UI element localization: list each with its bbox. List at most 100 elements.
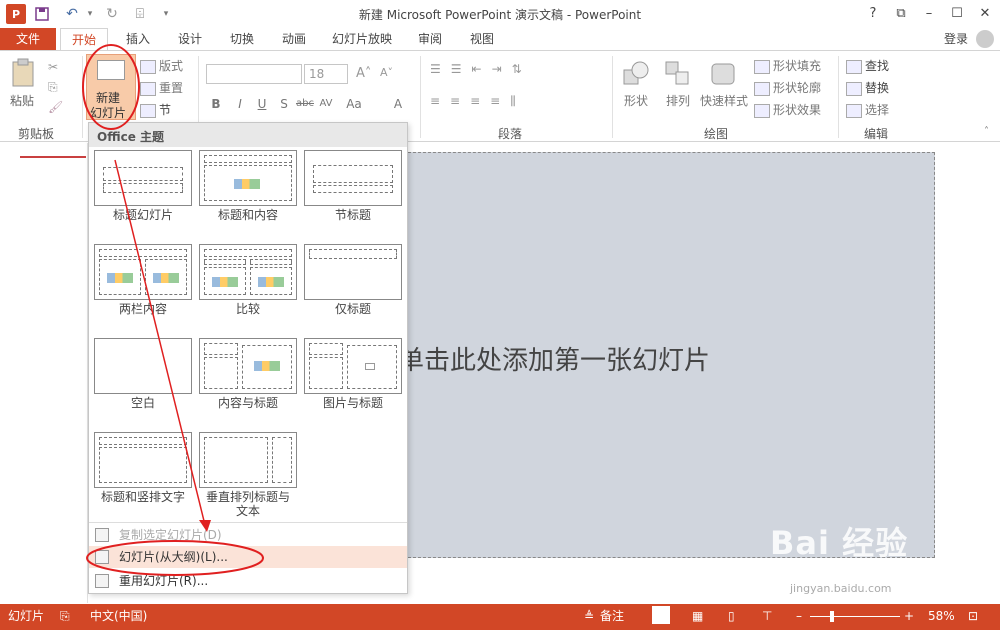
tab-transitions[interactable]: 切换 xyxy=(222,28,262,50)
layout-title-vertical-text-thumb[interactable] xyxy=(94,432,192,488)
shadow-icon[interactable]: S xyxy=(276,96,292,112)
tab-home[interactable]: 开始 xyxy=(60,28,108,51)
font-size-combo[interactable]: 18 xyxy=(304,64,348,84)
shapes-label[interactable]: 形状 xyxy=(624,92,648,109)
find-button[interactable]: 查找 xyxy=(846,56,889,76)
language-status[interactable]: 中文(中国) xyxy=(90,608,147,624)
char-spacing-icon[interactable]: AV xyxy=(318,96,334,112)
layout-title-slide-thumb[interactable] xyxy=(94,150,192,206)
collapse-ribbon-icon[interactable]: ˄ xyxy=(984,126,989,137)
grow-font-icon[interactable]: A˄ xyxy=(356,66,371,81)
layout-title-slide-label[interactable]: 标题幻灯片 xyxy=(90,208,196,222)
layout-title-content-thumb[interactable] xyxy=(199,150,297,206)
customize-quick-access-icon[interactable]: ▾ xyxy=(156,4,176,24)
spellcheck-icon[interactable]: ⎘ xyxy=(60,608,70,624)
arrange-label[interactable]: 排列 xyxy=(666,92,690,109)
notes-icon[interactable]: ≜ xyxy=(584,608,594,624)
italic-icon[interactable]: I xyxy=(232,96,248,112)
slide-placeholder-text[interactable]: 单击此处添加第一张幻灯片 xyxy=(398,340,798,377)
fit-slide-icon[interactable]: ⊡ xyxy=(968,608,978,624)
ribbon-display-options-icon[interactable]: ⧉ xyxy=(890,4,912,24)
zoom-level[interactable]: 58% xyxy=(928,608,955,624)
notes-button[interactable]: 备注 xyxy=(600,608,624,624)
tab-file[interactable]: 文件 xyxy=(0,28,56,50)
copy-icon[interactable]: ⎘ xyxy=(48,80,58,95)
change-case-icon[interactable]: Aa xyxy=(346,96,362,112)
signin-link[interactable]: 登录 xyxy=(938,28,974,50)
zoom-slider-thumb[interactable] xyxy=(830,611,834,622)
slideshow-view-icon[interactable]: ⊤ xyxy=(762,608,772,624)
slides-from-outline-item[interactable]: 幻灯片(从大纲)(L)... xyxy=(89,546,407,568)
layout-picture-caption-thumb[interactable] xyxy=(304,338,402,394)
shapes-icon[interactable] xyxy=(622,60,650,88)
shape-fill-button[interactable]: 形状填充 xyxy=(754,56,821,76)
tab-view[interactable]: 视图 xyxy=(462,28,502,50)
layout-title-content-label[interactable]: 标题和内容 xyxy=(195,208,301,222)
layout-section-header-thumb[interactable] xyxy=(304,150,402,206)
paste-icon[interactable] xyxy=(10,58,36,88)
reading-view-icon[interactable]: ▯ xyxy=(728,608,735,624)
reset-label: 重置 xyxy=(159,81,184,95)
tab-animations[interactable]: 动画 xyxy=(274,28,314,50)
redo-icon[interactable]: ↻ xyxy=(102,4,122,24)
layout-content-caption-label[interactable]: 内容与标题 xyxy=(195,396,301,410)
duplicate-slides-item[interactable]: 复制选定幻灯片(D) xyxy=(89,524,407,546)
normal-view-icon[interactable] xyxy=(652,606,670,624)
layout-blank-thumb[interactable] xyxy=(94,338,192,394)
layout-section-header-label[interactable]: 节标题 xyxy=(300,208,406,222)
section-button[interactable]: 节 xyxy=(140,100,171,120)
strikethrough-icon[interactable]: abc xyxy=(296,96,314,112)
tab-slideshow[interactable]: 幻灯片放映 xyxy=(326,28,398,50)
align-buttons-icon[interactable]: ≡≡≡≡⫼ xyxy=(430,94,526,109)
slide-thumbnail-panel[interactable] xyxy=(0,143,88,603)
font-color-icon[interactable]: A xyxy=(390,96,406,112)
layout-two-content-label[interactable]: 两栏内容 xyxy=(90,302,196,316)
layout-comparison-thumb[interactable] xyxy=(199,244,297,300)
maximize-icon[interactable]: ☐ xyxy=(946,4,968,24)
replace-button[interactable]: 替换 xyxy=(846,78,889,98)
close-icon[interactable]: ✕ xyxy=(974,4,996,24)
layout-vertical-title-text-label[interactable]: 垂直排列标题与 文本 xyxy=(195,490,301,518)
tab-review[interactable]: 审阅 xyxy=(410,28,450,50)
layout-title-vertical-text-label[interactable]: 标题和竖排文字 xyxy=(90,490,196,504)
layout-button[interactable]: 版式 xyxy=(140,56,183,76)
layout-title-only-thumb[interactable] xyxy=(304,244,402,300)
zoom-slider-track[interactable] xyxy=(810,616,900,617)
quick-styles-label[interactable]: 快速样式 xyxy=(700,92,748,109)
underline-icon[interactable]: U xyxy=(254,96,270,112)
undo-dropdown-icon[interactable]: ▾ xyxy=(80,4,100,24)
tab-insert[interactable]: 插入 xyxy=(118,28,158,50)
format-painter-icon[interactable]: 🖌 xyxy=(48,100,63,114)
layout-title-only-label[interactable]: 仅标题 xyxy=(300,302,406,316)
shape-effects-button[interactable]: 形状效果 xyxy=(754,100,821,120)
select-button[interactable]: 选择 xyxy=(846,100,889,120)
layout-picture-caption-label[interactable]: 图片与标题 xyxy=(300,396,406,410)
tab-design[interactable]: 设计 xyxy=(170,28,210,50)
arrange-icon[interactable] xyxy=(664,60,692,88)
list-buttons-icon[interactable]: ☰☰⇤⇥⇅ xyxy=(430,62,532,76)
help-icon[interactable]: ? xyxy=(862,4,884,24)
save-icon[interactable] xyxy=(32,4,52,24)
zoom-out-icon[interactable]: – xyxy=(796,608,802,624)
shrink-font-icon[interactable]: A˅ xyxy=(380,66,393,79)
shape-outline-button[interactable]: 形状轮廓 xyxy=(754,78,821,98)
replace-icon xyxy=(846,81,862,96)
divider xyxy=(838,56,839,138)
zoom-in-icon[interactable]: + xyxy=(904,608,914,624)
cut-icon[interactable]: ✂ xyxy=(48,60,58,74)
font-name-combo[interactable] xyxy=(206,64,302,84)
user-avatar[interactable] xyxy=(976,30,994,48)
reset-button[interactable]: 重置 xyxy=(140,78,183,98)
bold-icon[interactable]: B xyxy=(208,96,224,112)
layout-two-content-thumb[interactable] xyxy=(94,244,192,300)
layout-comparison-label[interactable]: 比较 xyxy=(195,302,301,316)
minimize-icon[interactable]: – xyxy=(918,4,940,24)
layout-vertical-title-text-thumb[interactable] xyxy=(199,432,297,488)
layout-blank-label[interactable]: 空白 xyxy=(90,396,196,410)
layout-content-caption-thumb[interactable] xyxy=(199,338,297,394)
slide-sorter-icon[interactable]: ▦ xyxy=(692,608,703,624)
quick-styles-icon[interactable] xyxy=(710,60,738,88)
start-slideshow-icon[interactable]: ⌹ xyxy=(130,4,150,24)
reuse-slides-item[interactable]: 重用幻灯片(R)... xyxy=(89,570,407,592)
undo-icon[interactable]: ↶ xyxy=(62,4,82,24)
